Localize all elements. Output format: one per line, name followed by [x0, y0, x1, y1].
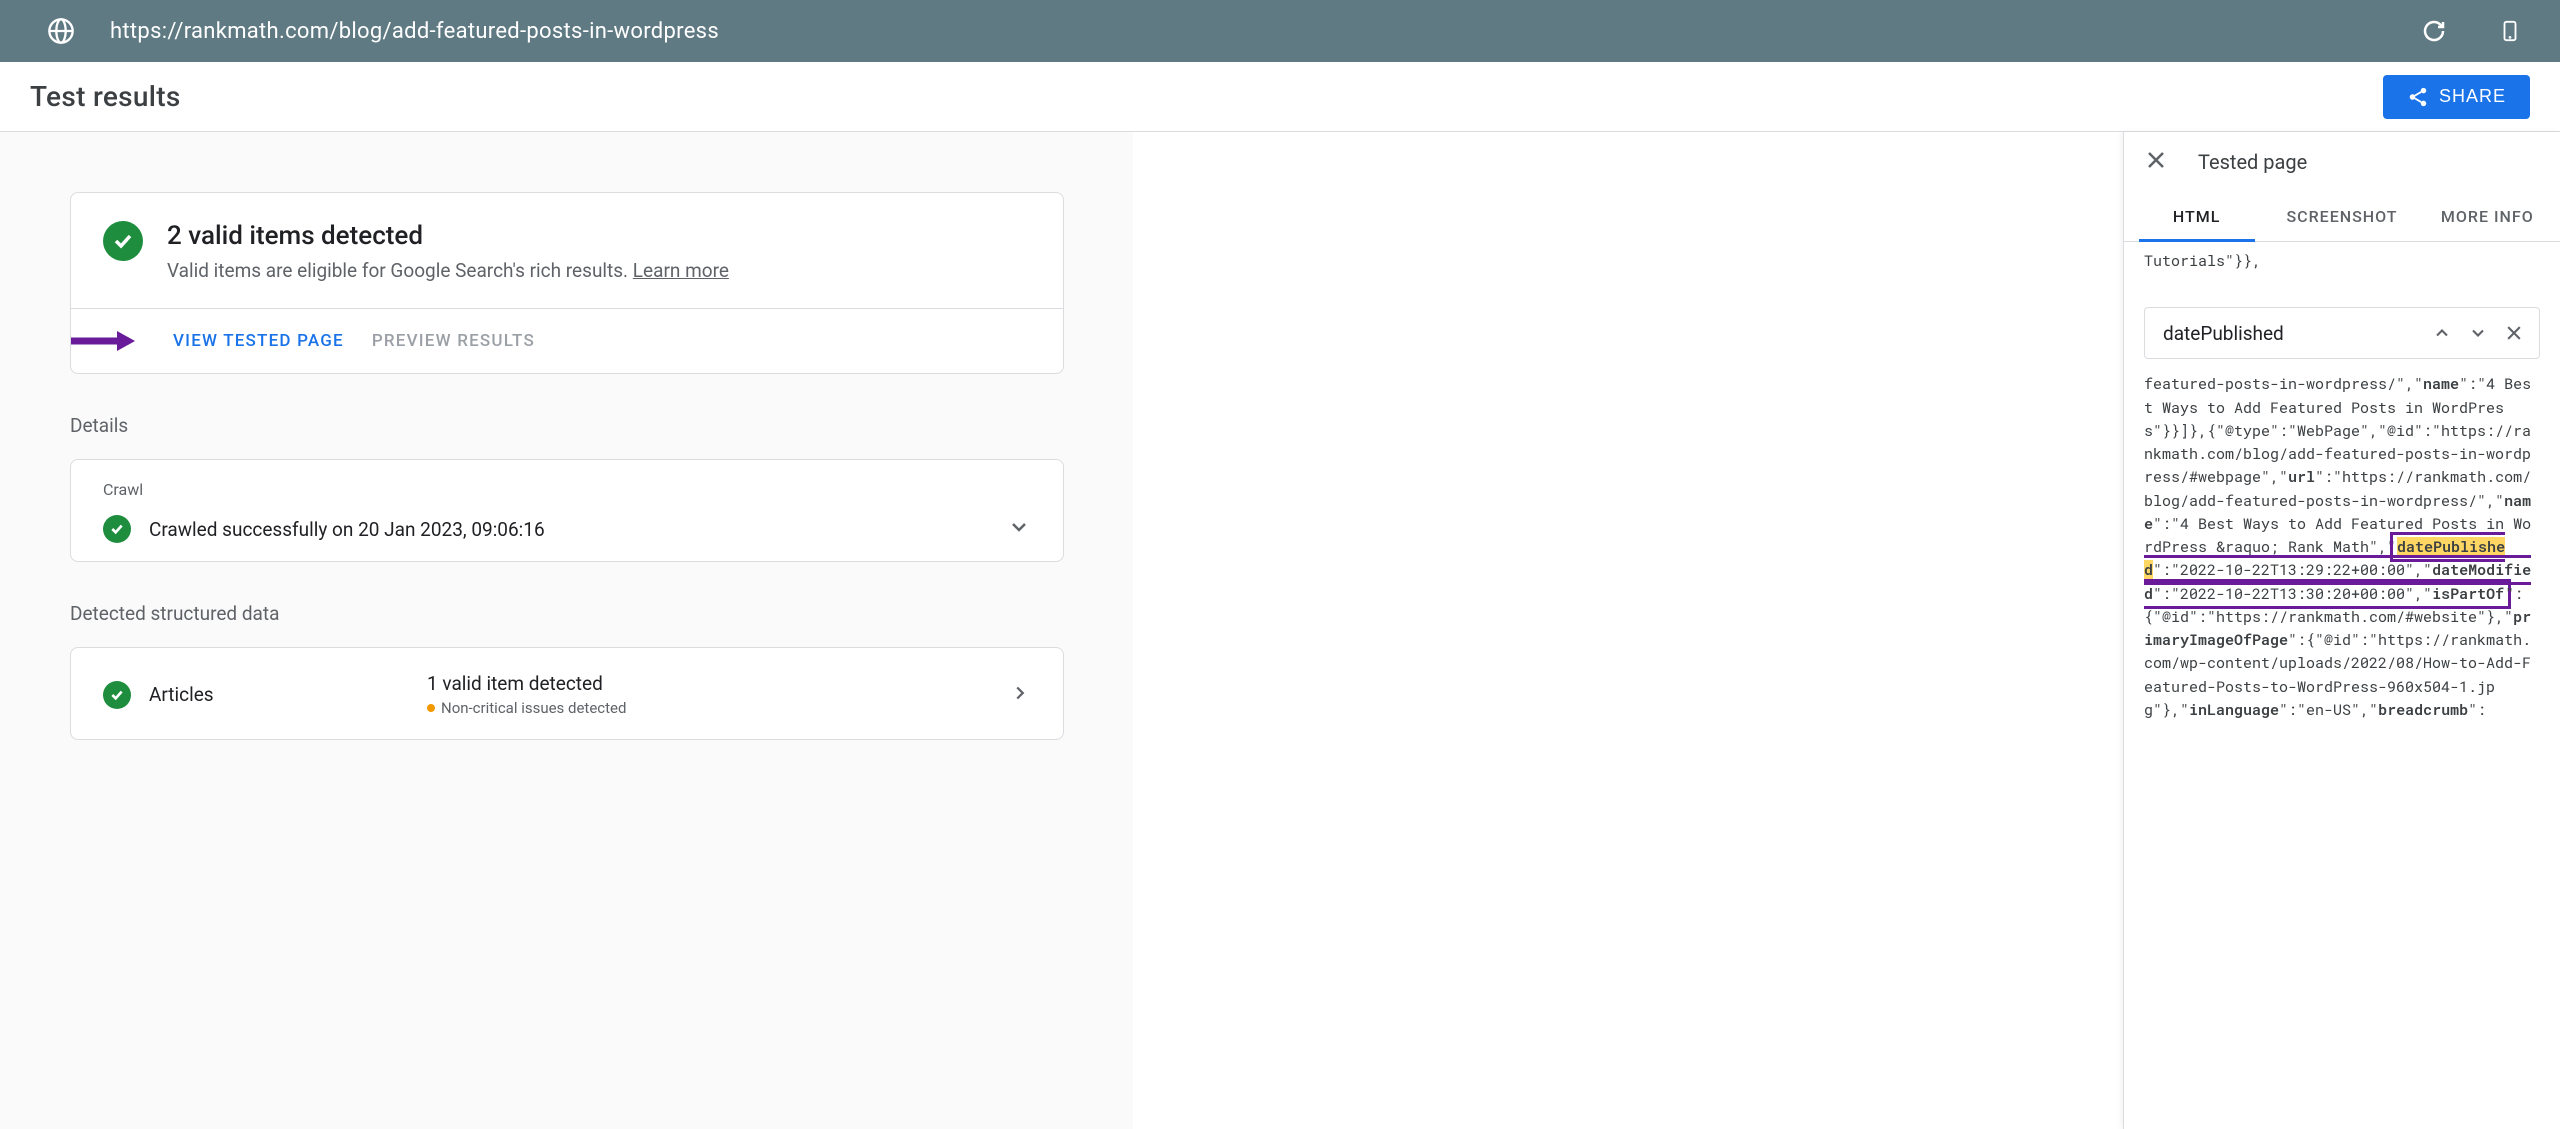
- close-icon[interactable]: [2144, 148, 2168, 176]
- crawl-card[interactable]: Crawl Crawled successfully on 20 Jan 202…: [70, 459, 1064, 562]
- arrow-annotation: [69, 329, 139, 353]
- structured-item-card[interactable]: Articles 1 valid item detected Non-criti…: [70, 647, 1064, 740]
- tab-more-info[interactable]: MORE INFO: [2415, 192, 2560, 241]
- summary-subline: Valid items are eligible for Google Sear…: [167, 259, 729, 282]
- details-label: Details: [70, 414, 1133, 437]
- panel-title: Tested page: [2198, 150, 2307, 174]
- url-text: https://rankmath.com/blog/add-featured-p…: [110, 19, 719, 44]
- url-bar: https://rankmath.com/blog/add-featured-p…: [0, 0, 2560, 62]
- share-label: SHARE: [2439, 86, 2506, 107]
- view-tested-page-link[interactable]: VIEW TESTED PAGE: [173, 331, 344, 351]
- chevron-down-icon[interactable]: [2463, 318, 2493, 348]
- structured-item-issues: Non-critical issues detected: [427, 699, 991, 717]
- search-input[interactable]: [2163, 322, 2421, 345]
- chevron-down-icon[interactable]: [1007, 515, 1031, 543]
- preview-results-link: PREVIEW RESULTS: [372, 331, 535, 351]
- check-icon: [103, 681, 131, 709]
- check-icon: [103, 515, 131, 543]
- tab-screenshot[interactable]: SCREENSHOT: [2269, 192, 2414, 241]
- panel-tabs: HTML SCREENSHOT MORE INFO: [2124, 192, 2560, 242]
- refresh-icon[interactable]: [2420, 17, 2448, 45]
- close-icon[interactable]: [2499, 318, 2529, 348]
- warning-dot-icon: [427, 704, 435, 712]
- globe-icon: [44, 14, 78, 48]
- html-source-view[interactable]: featured-posts-in-wordpress/","name":"4 …: [2124, 365, 2560, 742]
- page-header: Test results SHARE: [0, 62, 2560, 132]
- structured-item-name: Articles: [149, 683, 409, 706]
- summary-headline: 2 valid items detected: [167, 221, 729, 251]
- structured-data-label: Detected structured data: [70, 602, 1133, 625]
- summary-card: 2 valid items detected Valid items are e…: [70, 192, 1064, 374]
- tab-html[interactable]: HTML: [2124, 192, 2269, 241]
- tested-page-panel: Tested page HTML SCREENSHOT MORE INFO Tu…: [2123, 132, 2560, 1129]
- chevron-up-icon[interactable]: [2427, 318, 2457, 348]
- code-line-pre: Tutorials"}},: [2124, 242, 2560, 293]
- learn-more-link[interactable]: Learn more: [633, 259, 729, 282]
- page-title: Test results: [30, 80, 181, 113]
- check-icon: [103, 221, 143, 261]
- main-content: 2 valid items detected Valid items are e…: [0, 132, 1133, 1129]
- structured-item-count: 1 valid item detected: [427, 672, 991, 695]
- device-icon[interactable]: [2496, 17, 2524, 45]
- crawl-status-text: Crawled successfully on 20 Jan 2023, 09:…: [149, 518, 989, 541]
- search-box: [2144, 307, 2540, 359]
- crawl-section-label: Crawl: [103, 480, 1031, 499]
- chevron-right-icon[interactable]: [1009, 682, 1031, 708]
- share-button[interactable]: SHARE: [2383, 75, 2530, 119]
